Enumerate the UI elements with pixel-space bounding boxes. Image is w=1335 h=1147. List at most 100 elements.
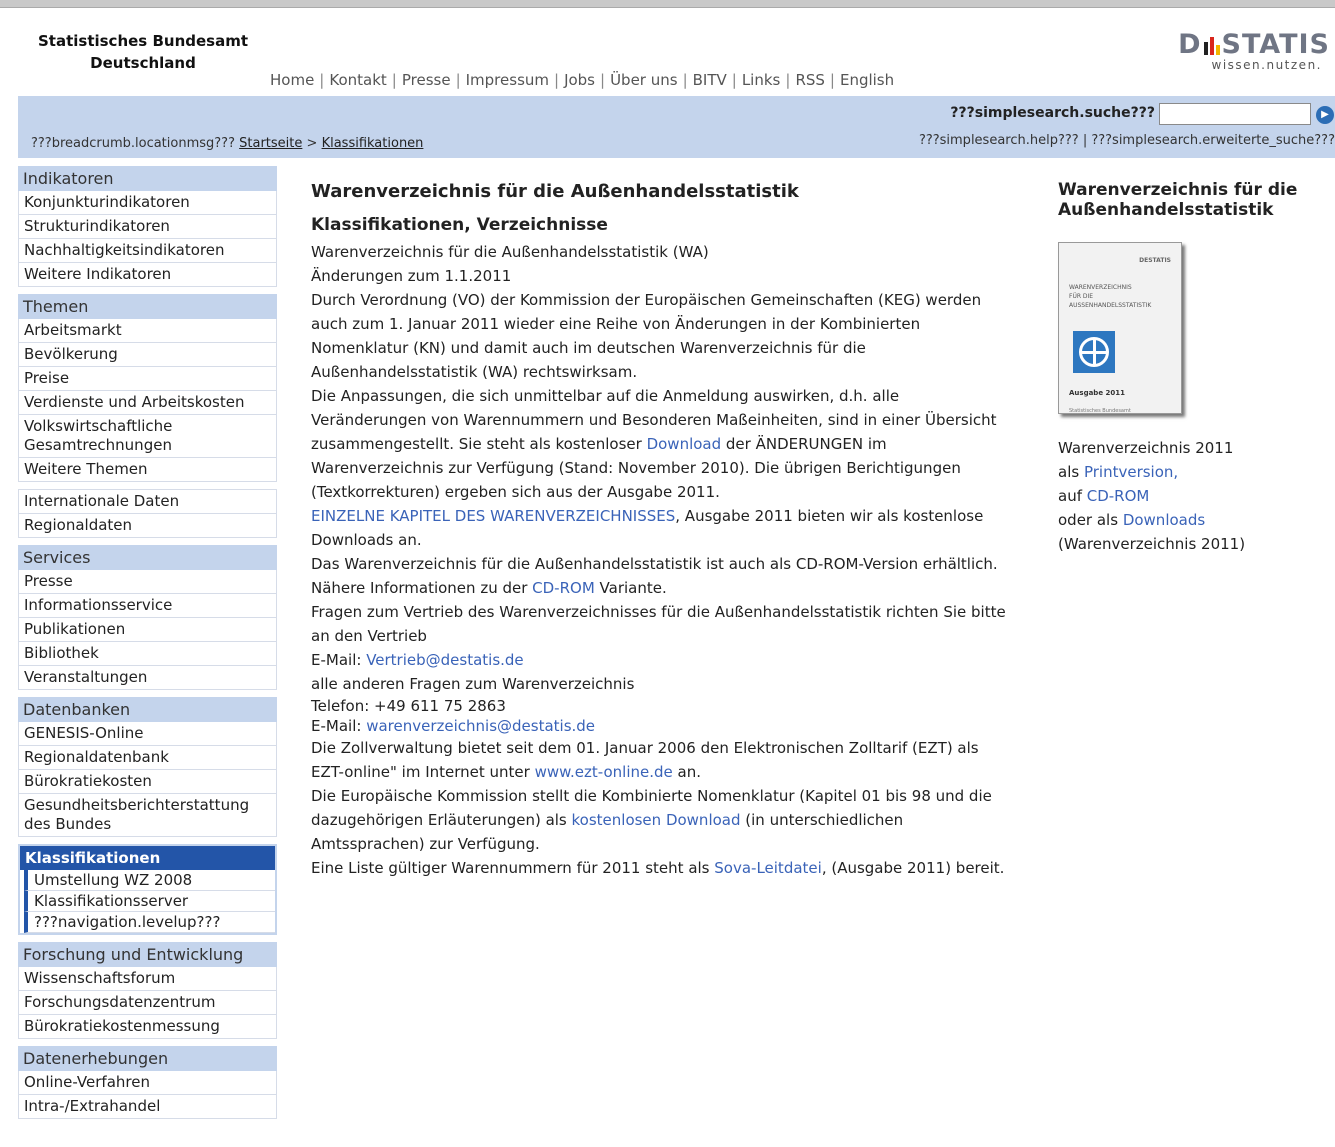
right-line-4-text: oder als (1058, 511, 1123, 529)
breadcrumb-home[interactable]: Startseite (239, 136, 302, 151)
sidebar-item-regionaldaten[interactable]: Regionaldaten (18, 514, 277, 538)
downloads-link[interactable]: Downloads (1123, 511, 1205, 529)
top-navigation: Home | Kontakt | Presse | Impressum | Jobs | Über … (270, 71, 894, 89)
right-cdrom-link[interactable]: CD-ROM (1087, 487, 1150, 505)
cdrom-link[interactable]: CD-ROM (532, 579, 595, 597)
topnav-separator: | (682, 71, 688, 89)
topnav-separator: | (319, 71, 325, 89)
right-line-3-text: auf (1058, 487, 1087, 505)
nav-head-forschung[interactable]: Forschung und Entwicklung (18, 942, 277, 967)
sidebar-item-regionaldatenbank[interactable]: Regionaldatenbank (18, 746, 277, 770)
sidebar-item-konjunkturindikatoren[interactable]: Konjunkturindikatoren (18, 191, 277, 215)
sidebar-item-verdienste[interactable]: Verdienste und Arbeitskosten (18, 391, 277, 415)
changes-download-link[interactable]: Download (647, 435, 722, 453)
sidebar-item-umstellung-wz-2008[interactable]: Umstellung WZ 2008 (24, 870, 275, 891)
nav-group-datenerhebungen: Datenerhebungen Online-Verfahren Intra-/… (18, 1046, 277, 1119)
cdrom-paragraph: Das Warenverzeichnis für die Außenhandel… (311, 552, 1006, 600)
sidebar-item-intra-extrahandel[interactable]: Intra-/Extrahandel (18, 1095, 277, 1119)
search-bar: ???simplesearch.suche??? ▶ ???breadcrumb… (18, 96, 1335, 158)
topnav-presse[interactable]: Presse (402, 71, 451, 89)
topnav-separator: | (785, 71, 791, 89)
kn-download-link[interactable]: kostenlosen Download (572, 811, 741, 829)
sidebar-item-strukturindikatoren[interactable]: Strukturindikatoren (18, 215, 277, 239)
sidebar-item-buerokratiekosten[interactable]: Bürokratiekosten (18, 770, 277, 794)
sidebar-item-veranstaltungen[interactable]: Veranstaltungen (18, 666, 277, 690)
printversion-link[interactable]: Printversion, (1084, 463, 1178, 481)
sidebar-item-wissenschaftsforum[interactable]: Wissenschaftsforum (18, 967, 277, 991)
book-cover-image[interactable]: DESTATIS WARENVERZEICHNIS FÜR DIE AUSSEN… (1058, 242, 1182, 414)
sidebar-item-bibliothek[interactable]: Bibliothek (18, 642, 277, 666)
breadcrumb-prefix: ???breadcrumb.locationmsg??? (31, 136, 235, 151)
vertrieb-email-link[interactable]: Vertrieb@destatis.de (366, 651, 523, 669)
sova-paragraph: Eine Liste gültiger Warennummern für 201… (311, 856, 1006, 880)
org-name-line2: Deutschland (90, 54, 196, 72)
topnav-impressum[interactable]: Impressum (466, 71, 549, 89)
sidebar-item-vgr[interactable]: Volkswirtschaftliche Gesamtrechnungen (18, 415, 277, 458)
breadcrumb-current[interactable]: Klassifikationen (322, 136, 424, 151)
ezt-online-link[interactable]: www.ezt-online.de (535, 763, 673, 781)
nav-group-themen: Themen Arbeitsmarkt Bevölkerung Preise V… (18, 294, 277, 482)
topnav-jobs[interactable]: Jobs (564, 71, 595, 89)
right-title: Warenverzeichnis für die Außenhandelssta… (1058, 180, 1298, 220)
logo-tagline: wissen.nutzen. (1211, 58, 1322, 72)
topnav-kontakt[interactable]: Kontakt (329, 71, 386, 89)
search-go-arrow-icon[interactable]: ▶ (1316, 106, 1334, 124)
sidebar-item-buerokratiekostenmessung[interactable]: Bürokratiekostenmessung (18, 1015, 277, 1039)
nav-head-themen[interactable]: Themen (18, 294, 277, 319)
email-label: E-Mail: (311, 651, 367, 669)
sidebar-item-genesis-online[interactable]: GENESIS-Online (18, 722, 277, 746)
cover-globe-icon (1073, 331, 1115, 373)
ezt-paragraph: Die Zollverwaltung bietet seit dem 01. J… (311, 736, 1006, 784)
right-column: Warenverzeichnis für die Außenhandelssta… (1058, 180, 1328, 556)
nav-group-klassifikationen: Klassifikationen Umstellung WZ 2008 Klas… (18, 844, 277, 935)
topnav-separator: | (455, 71, 461, 89)
sidebar-item-nachhaltigkeitsindikatoren[interactable]: Nachhaltigkeitsindikatoren (18, 239, 277, 263)
chapters-link[interactable]: EINZELNE KAPITEL DES WARENVERZEICHNISSES (311, 507, 675, 525)
sidebar-item-arbeitsmarkt[interactable]: Arbeitsmarkt (18, 319, 277, 343)
logo-letters-statis: STATIS (1221, 29, 1330, 60)
sidebar-item-weitere-themen[interactable]: Weitere Themen (18, 458, 277, 482)
search-help-links: ???simplesearch.help??? | ???simplesearc… (919, 133, 1335, 148)
sidebar-item-preise[interactable]: Preise (18, 367, 277, 391)
phone-line: Telefon: +49 611 75 2863 (311, 697, 506, 715)
nav-group-datenbanken: Datenbanken GENESIS-Online Regionaldaten… (18, 697, 277, 837)
topnav-rss[interactable]: RSS (795, 71, 824, 89)
sidebar-item-bevoelkerung[interactable]: Bevölkerung (18, 343, 277, 367)
email-label: E-Mail: (311, 717, 367, 735)
warenverzeichnis-email-link[interactable]: warenverzeichnis@destatis.de (366, 717, 595, 735)
topnav-separator: | (391, 71, 397, 89)
search-input[interactable] (1159, 103, 1311, 125)
cdrom-text-b: Variante. (594, 579, 667, 597)
nav-group-forschung: Forschung und Entwicklung Wissenschaftsf… (18, 942, 277, 1039)
topnav-bitv[interactable]: BITV (693, 71, 727, 89)
sidebar-item-navigation-levelup[interactable]: ???navigation.levelup??? (24, 912, 275, 933)
cover-publisher: Statistisches Bundesamt (1069, 408, 1131, 414)
topnav-home[interactable]: Home (270, 71, 314, 89)
sidebar-item-gesundheitsberichterstattung[interactable]: Gesundheitsberichterstattung des Bundes (18, 794, 277, 837)
advanced-search-link[interactable]: ???simplesearch.erweiterte_suche??? (1091, 133, 1335, 148)
nav-group-indikatoren: Indikatoren Konjunkturindikatoren Strukt… (18, 166, 277, 287)
sova-text-b: , (Ausgabe 2011) bereit. (821, 859, 1005, 877)
topnav-ueber-uns[interactable]: Über uns (610, 71, 678, 89)
sova-leitdatei-link[interactable]: Sova-Leitdatei (714, 859, 822, 877)
nav-head-services[interactable]: Services (18, 545, 277, 570)
nav-head-klassifikationen-active[interactable]: Klassifikationen (20, 846, 275, 870)
destatis-logo[interactable]: D STATIS wissen.nutzen. (1160, 29, 1330, 73)
sidebar-item-presse[interactable]: Presse (18, 570, 277, 594)
sidebar-item-klassifikationsserver[interactable]: Klassifikationsserver (24, 891, 275, 912)
right-line-5: (Warenverzeichnis 2011) (1058, 535, 1246, 553)
sidebar-item-publikationen[interactable]: Publikationen (18, 618, 277, 642)
nav-group-daten: Internationale Daten Regionaldaten (18, 489, 277, 538)
sidebar-item-forschungsdatenzentrum[interactable]: Forschungsdatenzentrum (18, 991, 277, 1015)
nav-head-datenbanken[interactable]: Datenbanken (18, 697, 277, 722)
nav-head-indikatoren[interactable]: Indikatoren (18, 166, 277, 191)
sidebar-item-internationale-daten[interactable]: Internationale Daten (18, 489, 277, 514)
sidebar-item-informationsservice[interactable]: Informationsservice (18, 594, 277, 618)
main-content: Warenverzeichnis für die Außenhandelssta… (311, 180, 1006, 880)
search-help-link[interactable]: ???simplesearch.help??? (919, 133, 1079, 148)
sidebar-item-weitere-indikatoren[interactable]: Weitere Indikatoren (18, 263, 277, 287)
sidebar-item-online-verfahren[interactable]: Online-Verfahren (18, 1071, 277, 1095)
topnav-english[interactable]: English (840, 71, 894, 89)
nav-head-datenerhebungen[interactable]: Datenerhebungen (18, 1046, 277, 1071)
topnav-links[interactable]: Links (742, 71, 781, 89)
